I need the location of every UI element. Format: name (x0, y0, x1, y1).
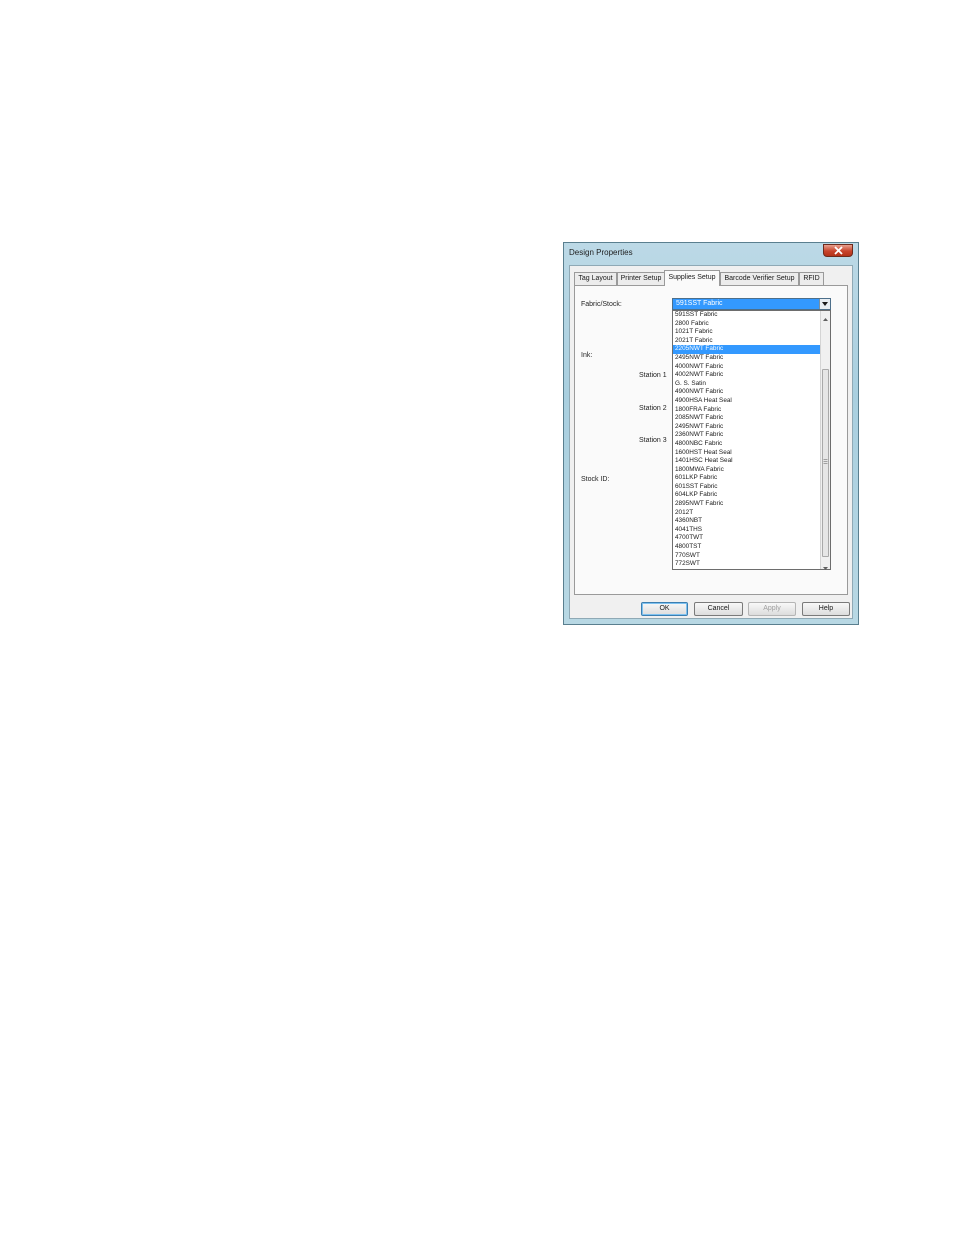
fabric-option[interactable]: 2205NWT Fabric (673, 345, 820, 354)
fabric-stock-select[interactable]: 591SST Fabric (672, 298, 831, 310)
fabric-option[interactable]: 1401HSC Heat Seal (673, 457, 820, 466)
fabric-option[interactable]: 4000NWT Fabric (673, 363, 820, 372)
tab-rfid[interactable]: RFID (799, 272, 824, 285)
fabric-option[interactable]: G. S. Satin (673, 380, 820, 389)
supplies-setup-panel: Fabric/Stock: Ink: Station 1 Station 2 S… (574, 285, 848, 595)
tab-printer-setup[interactable]: Printer Setup (617, 272, 665, 285)
help-button[interactable]: Help (802, 602, 850, 616)
fabric-option[interactable]: 4800NBC Fabric (673, 440, 820, 449)
design-properties-dialog: Design Properties Tag Layout Printer Set… (563, 242, 859, 625)
dropdown-scrollbar[interactable] (820, 311, 830, 570)
fabric-option[interactable]: 1021T Fabric (673, 328, 820, 337)
scroll-down-button[interactable] (821, 560, 830, 570)
cancel-button[interactable]: Cancel (694, 602, 743, 616)
fabric-option[interactable]: 1600HST Heat Seal (673, 449, 820, 458)
close-icon (834, 246, 843, 255)
fabric-option[interactable]: 601LKP Fabric (673, 474, 820, 483)
dialog-title: Design Properties (569, 248, 633, 257)
fabric-options-list: 591SST Fabric 2800 Fabric 1021T Fabric 2021… (673, 311, 820, 569)
tab-tag-layout[interactable]: Tag Layout (574, 272, 617, 285)
stock-id-label: Stock ID: (581, 476, 610, 483)
fabric-option[interactable]: 4900HSA Heat Seal (673, 397, 820, 406)
tab-supplies-setup[interactable]: Supplies Setup (664, 270, 720, 286)
fabric-option[interactable]: 2012T (673, 509, 820, 518)
fabric-option[interactable]: 4360NBT (673, 517, 820, 526)
fabric-option[interactable]: 770SWT (673, 552, 820, 561)
fabric-option[interactable]: 2495NWT Fabric (673, 423, 820, 432)
station-2-label: Station 2 (639, 405, 667, 412)
arrow-down-icon (823, 567, 828, 570)
dialog-client-area: Tag Layout Printer Setup Supplies Setup … (569, 265, 853, 619)
title-bar[interactable]: Design Properties (564, 243, 858, 265)
fabric-stock-label: Fabric/Stock: (581, 301, 622, 308)
fabric-option[interactable]: 2360NWT Fabric (673, 431, 820, 440)
fabric-stock-selected-value: 591SST Fabric (676, 300, 723, 307)
fabric-option[interactable]: 772SWT (673, 560, 820, 569)
fabric-option[interactable]: 4800TST (673, 543, 820, 552)
station-3-label: Station 3 (639, 437, 667, 444)
ink-label: Ink: (581, 352, 593, 359)
fabric-option[interactable]: 4900NWT Fabric (673, 388, 820, 397)
fabric-option[interactable]: 1800FRA Fabric (673, 406, 820, 415)
station-1-label: Station 1 (639, 372, 667, 379)
ok-button[interactable]: OK (641, 602, 688, 616)
tab-barcode-verifier-setup[interactable]: Barcode Verifier Setup (720, 272, 799, 285)
fabric-option[interactable]: 2085NWT Fabric (673, 414, 820, 423)
grip-icon (823, 459, 828, 464)
close-button[interactable] (823, 244, 853, 257)
fabric-option[interactable]: 591SST Fabric (673, 311, 820, 320)
fabric-option[interactable]: 4041THS (673, 526, 820, 535)
fabric-option[interactable]: 2800 Fabric (673, 320, 820, 329)
fabric-stock-dropdown-button[interactable] (819, 299, 830, 309)
scroll-up-button[interactable] (821, 311, 830, 321)
fabric-option[interactable]: 1800MWA Fabric (673, 466, 820, 475)
fabric-option[interactable]: 4002NWT Fabric (673, 371, 820, 380)
fabric-option[interactable]: 2021T Fabric (673, 337, 820, 346)
fabric-stock-dropdown-list[interactable]: 591SST Fabric 2800 Fabric 1021T Fabric 2021… (672, 310, 831, 570)
chevron-down-icon (822, 302, 828, 306)
scroll-thumb[interactable] (822, 369, 829, 557)
arrow-up-icon (823, 318, 828, 321)
apply-button[interactable]: Apply (748, 602, 796, 616)
fabric-option[interactable]: 2495NWT Fabric (673, 354, 820, 363)
fabric-option[interactable]: 604LKP Fabric (673, 491, 820, 500)
fabric-option[interactable]: 4700TWT (673, 534, 820, 543)
fabric-option[interactable]: 601SST Fabric (673, 483, 820, 492)
fabric-option[interactable]: 2895NWT Fabric (673, 500, 820, 509)
